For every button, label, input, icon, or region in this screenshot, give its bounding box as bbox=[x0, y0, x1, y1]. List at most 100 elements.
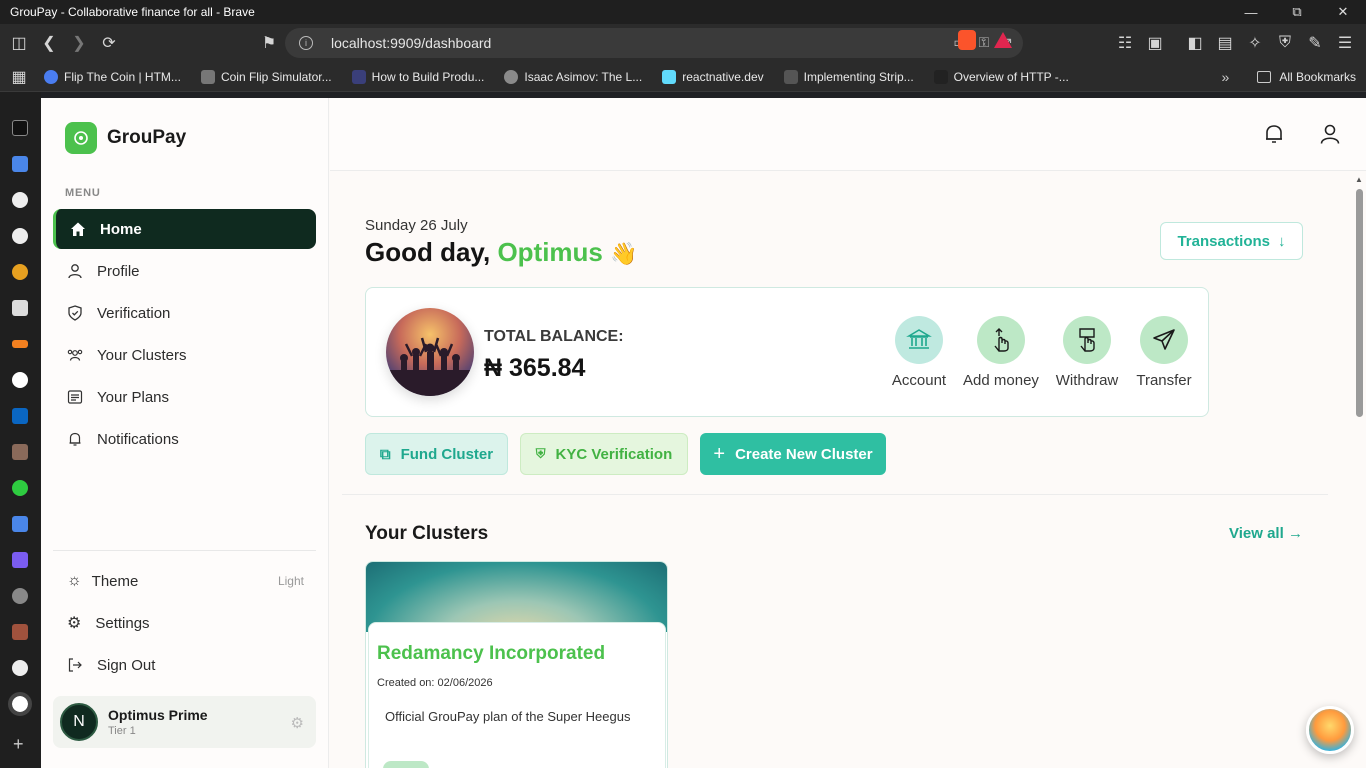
account-action[interactable]: Account bbox=[879, 316, 959, 389]
fund-cluster-button[interactable]: ⧉ Fund Cluster bbox=[365, 433, 508, 475]
nav-item-clusters[interactable]: Your Clusters bbox=[53, 335, 316, 375]
scroll-up-icon[interactable]: ▲ bbox=[1355, 175, 1363, 184]
vpn-icon[interactable]: ⛨ bbox=[1270, 28, 1300, 58]
cloudflare-icon[interactable] bbox=[12, 340, 28, 348]
new-tab-icon[interactable]: + bbox=[13, 734, 24, 755]
key-icon[interactable]: ⚿ bbox=[979, 34, 990, 51]
nav-label: Home bbox=[100, 220, 142, 238]
settings-label: Settings bbox=[95, 614, 150, 632]
view-all-label: View all bbox=[1229, 525, 1284, 542]
home-icon bbox=[71, 222, 85, 236]
user-icon[interactable] bbox=[1318, 122, 1342, 146]
create-cluster-label: Create New Cluster bbox=[735, 445, 873, 463]
bookmark-icon[interactable]: ⚑ bbox=[254, 28, 284, 58]
menu-heading: MENU bbox=[65, 187, 101, 199]
tab-favicon-active[interactable] bbox=[8, 692, 32, 716]
forward-icon[interactable]: ❯ bbox=[64, 28, 94, 58]
site-info-icon[interactable]: i bbox=[299, 36, 313, 50]
all-bookmarks-link[interactable]: All Bookmarks bbox=[1279, 70, 1356, 84]
tab-favicon[interactable] bbox=[12, 480, 28, 496]
apps-grid-icon[interactable]: ▦ bbox=[4, 62, 34, 92]
user-tier: Tier 1 bbox=[108, 725, 136, 737]
brave-shield-icon[interactable] bbox=[958, 30, 976, 50]
bookmark-item[interactable]: reactnative.dev bbox=[652, 69, 773, 84]
balance-amount: ₦ 365.84 bbox=[484, 354, 586, 382]
nav-item-notifications[interactable]: Notifications bbox=[53, 419, 316, 459]
github-icon[interactable] bbox=[12, 192, 28, 208]
github-icon[interactable] bbox=[12, 660, 28, 676]
nav-label: Profile bbox=[97, 262, 140, 280]
tab-favicon[interactable] bbox=[12, 120, 28, 136]
clusters-heading: Your Clusters bbox=[365, 523, 489, 544]
tab-favicon[interactable] bbox=[12, 588, 28, 604]
github-icon[interactable] bbox=[12, 228, 28, 244]
cluster-name: Redamancy Incorporated bbox=[377, 643, 606, 664]
dashboard-main: Sunday 26 July Good day, Optimus 👋 Trans… bbox=[330, 171, 1366, 768]
nav-item-plans[interactable]: Your Plans bbox=[53, 377, 316, 417]
cluster-card[interactable]: Redamancy Incorporated Created on: 02/06… bbox=[365, 561, 668, 768]
bookmark-item[interactable]: How to Build Produ... bbox=[342, 69, 495, 84]
tab-favicon[interactable] bbox=[12, 264, 28, 280]
users-icon bbox=[67, 349, 83, 361]
bookmarks-bar: ▦ Flip The Coin | HTM... Coin Flip Simula… bbox=[0, 62, 1366, 92]
theme-toggle[interactable]: ☼ Theme Light bbox=[53, 561, 316, 601]
menu-icon[interactable]: ☰ bbox=[1330, 28, 1360, 58]
screenshot-icon[interactable]: ▣ bbox=[1140, 28, 1170, 58]
list-icon bbox=[67, 390, 83, 404]
tab-favicon[interactable] bbox=[12, 444, 28, 460]
sidebar-toggle-icon[interactable]: ◫ bbox=[4, 28, 34, 58]
tab-favicon[interactable] bbox=[12, 300, 28, 316]
floating-assistant-button[interactable] bbox=[1306, 706, 1354, 754]
tab-favicon[interactable] bbox=[12, 372, 28, 388]
signout-link[interactable]: Sign Out bbox=[53, 645, 316, 685]
settings-link[interactable]: ⚙ Settings bbox=[53, 603, 316, 643]
address-bar[interactable]: i localhost:9909/dashboard ▭ ⚿ ↗ bbox=[285, 28, 1023, 58]
user-name: Optimus Prime bbox=[108, 707, 208, 723]
bookmark-item[interactable]: Flip The Coin | HTM... bbox=[34, 69, 191, 84]
brave-rewards-icon[interactable] bbox=[994, 32, 1012, 48]
shield-check-icon: ⛨ bbox=[535, 446, 546, 461]
bookmark-item[interactable]: Isaac Asimov: The L... bbox=[494, 69, 652, 84]
scrollbar[interactable]: ▲ bbox=[1352, 175, 1366, 768]
bookmark-favicon-icon bbox=[504, 69, 519, 84]
nav-item-verification[interactable]: Verification bbox=[53, 293, 316, 333]
add-money-action[interactable]: Add money bbox=[961, 316, 1041, 389]
kyc-verification-button[interactable]: ⛨ KYC Verification bbox=[520, 433, 688, 475]
pen-icon[interactable]: ✎ bbox=[1300, 28, 1330, 58]
transactions-button[interactable]: Transactions ↓ bbox=[1160, 222, 1303, 260]
nav-item-profile[interactable]: Profile bbox=[53, 251, 316, 291]
more-bookmarks-icon[interactable]: » bbox=[1222, 69, 1230, 85]
bookmark-item[interactable]: Implementing Strip... bbox=[774, 69, 924, 84]
bookmark-item[interactable]: Coin Flip Simulator... bbox=[191, 69, 342, 84]
minimize-icon[interactable]: — bbox=[1228, 0, 1274, 24]
extensions-icon[interactable]: ☷ bbox=[1110, 28, 1140, 58]
linkedin-icon[interactable] bbox=[12, 408, 28, 424]
bell-icon[interactable] bbox=[1262, 122, 1286, 146]
leo-ai-icon[interactable]: ✧ bbox=[1240, 28, 1270, 58]
send-icon bbox=[1140, 316, 1188, 364]
scrollbar-thumb[interactable] bbox=[1356, 189, 1363, 417]
withdraw-action[interactable]: Withdraw bbox=[1047, 316, 1127, 389]
nav-item-home[interactable]: Home bbox=[53, 209, 316, 249]
tab-favicon[interactable] bbox=[12, 516, 28, 532]
wallet-icon[interactable]: ▤ bbox=[1210, 28, 1240, 58]
create-cluster-button[interactable]: + Create New Cluster bbox=[700, 433, 886, 475]
transfer-action[interactable]: Transfer bbox=[1124, 316, 1204, 389]
url-text[interactable]: localhost:9909/dashboard bbox=[331, 35, 491, 51]
external-link-icon: ⧉ bbox=[379, 445, 391, 463]
restore-icon[interactable]: ⧉ bbox=[1274, 0, 1320, 24]
tab-favicon[interactable] bbox=[12, 552, 28, 568]
back-icon[interactable]: ❮ bbox=[34, 28, 64, 58]
signout-label: Sign Out bbox=[97, 656, 156, 674]
gear-icon[interactable]: ⚙ bbox=[291, 714, 304, 732]
tab-favicon[interactable] bbox=[12, 156, 28, 172]
sidebar-icon[interactable]: ◧ bbox=[1180, 28, 1210, 58]
close-icon[interactable]: ✕ bbox=[1320, 0, 1366, 24]
user-profile-card[interactable]: N Optimus Prime Tier 1 ⚙ bbox=[53, 696, 316, 748]
tab-favicon[interactable] bbox=[12, 624, 28, 640]
bookmark-favicon-icon bbox=[662, 69, 677, 84]
view-all-link[interactable]: View all → bbox=[1229, 525, 1303, 542]
reload-icon[interactable]: ⟳ bbox=[94, 28, 124, 58]
logo[interactable]: GrouPay bbox=[65, 122, 186, 154]
bookmark-item[interactable]: Overview of HTTP -... bbox=[924, 69, 1079, 84]
